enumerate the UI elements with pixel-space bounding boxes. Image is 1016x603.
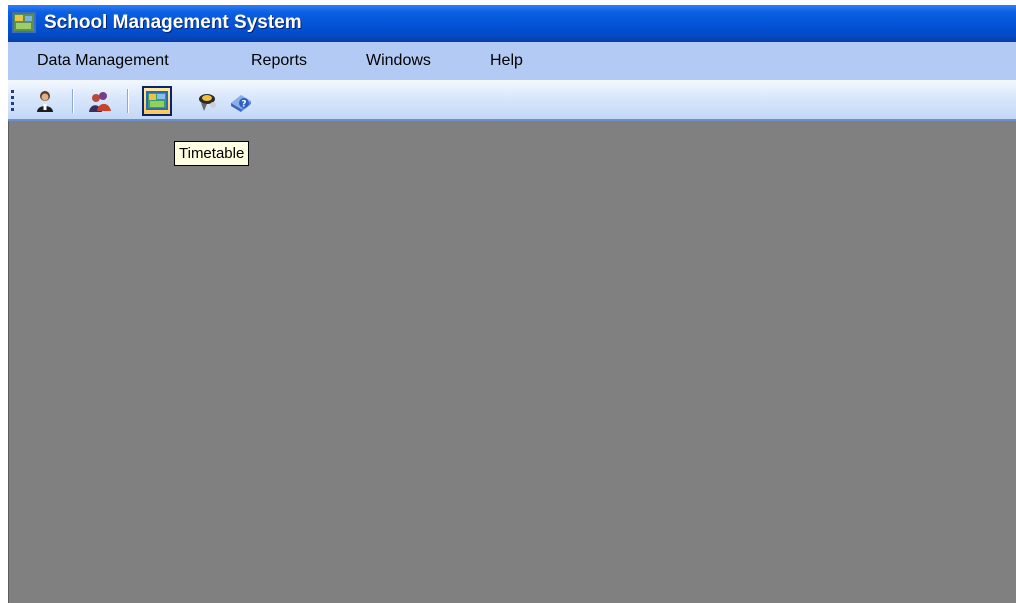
timetable-tooltip: Timetable (174, 141, 250, 166)
toolbar-grip[interactable] (11, 90, 14, 112)
main-window: School Management System Data Management… (8, 5, 1016, 603)
menu-data-management[interactable]: Data Management (37, 42, 169, 80)
exam-icon (199, 94, 216, 111)
toolbar-separator (72, 89, 74, 113)
help-button[interactable]: ? (226, 86, 256, 116)
window-title: School Management System (44, 12, 302, 33)
user-button[interactable] (30, 86, 60, 116)
timetable-icon (146, 91, 168, 110)
toolbar-separator (127, 89, 129, 113)
people-button[interactable] (85, 86, 115, 116)
app-icon (12, 12, 36, 33)
help-book-icon: ? (231, 95, 251, 112)
user-icon (37, 91, 53, 112)
menu-bar: Data Management Reports Windows Help (8, 42, 1016, 80)
menu-reports[interactable]: Reports (251, 42, 307, 80)
exam-button[interactable] (193, 86, 223, 116)
mdi-workspace[interactable] (8, 121, 1016, 603)
title-bar[interactable]: School Management System (8, 5, 1016, 42)
timetable-button[interactable] (142, 86, 172, 116)
menu-windows[interactable]: Windows (366, 42, 431, 80)
toolbar: ? (8, 80, 1016, 121)
people-icon (89, 92, 111, 112)
menu-help[interactable]: Help (490, 42, 523, 80)
svg-text:?: ? (241, 100, 246, 110)
